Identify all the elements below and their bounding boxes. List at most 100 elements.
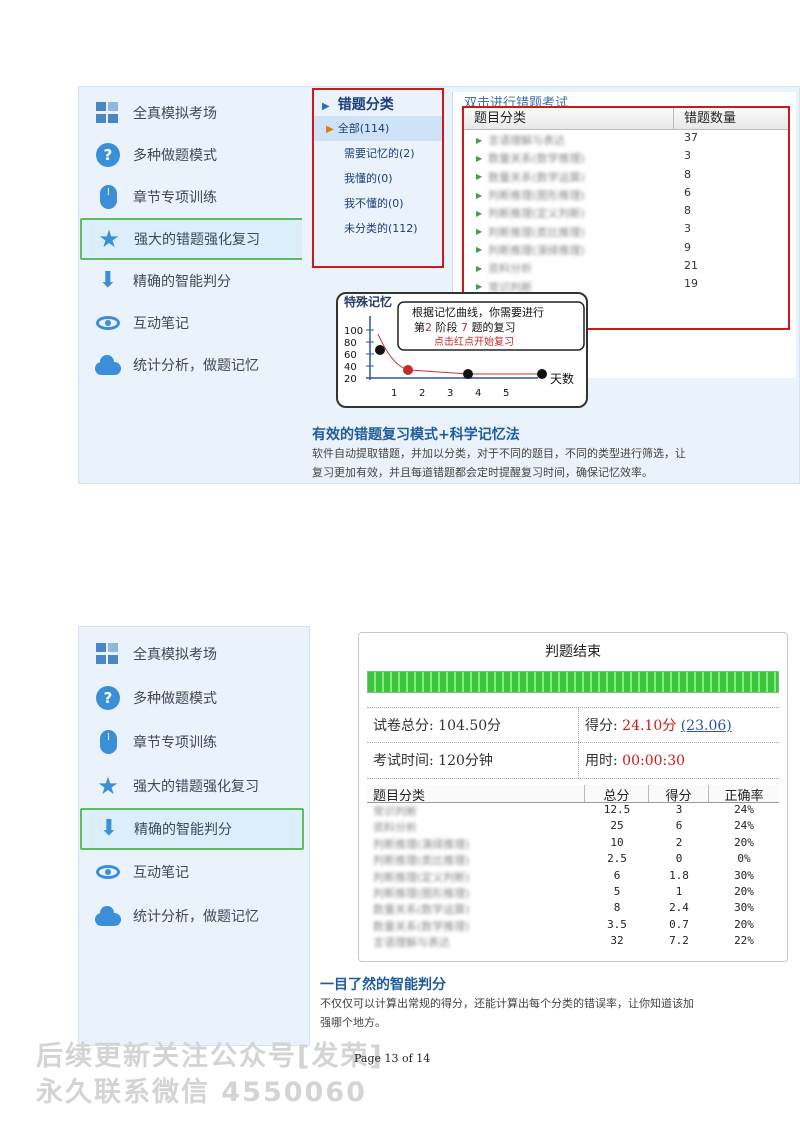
table-row: 常识判断 12.5 3 24%: [367, 803, 779, 819]
row-category: 判断推理(演绎推理): [373, 837, 470, 851]
table-row[interactable]: ▶ 判断推理(定义判断) 8: [464, 204, 788, 222]
expand-triangle-icon: ▶: [476, 172, 483, 182]
score-value: 24.10分: [622, 718, 677, 734]
download-icon: ⬇: [99, 816, 119, 841]
tip-line-2: 第2 阶段 7 题的复习: [414, 320, 516, 334]
category-item-uncategorized[interactable]: 未分类的(112): [314, 216, 442, 241]
exam-time-label: 考试时间:: [373, 753, 434, 769]
score-detail-link[interactable]: (23.06): [681, 718, 732, 734]
sidebar-item-review[interactable]: ★ 强大的错题强化复习: [80, 218, 304, 260]
table-row[interactable]: ▶ 判断推理(图形推理) 6: [464, 186, 788, 204]
sidebar-item-label: 多种做题模式: [133, 691, 217, 707]
y-tick-label: 60: [344, 350, 357, 361]
table-row[interactable]: ▶ 资料分析 21: [464, 259, 788, 277]
caption-line-4: 强哪个地方。: [320, 1016, 386, 1029]
column-header[interactable]: 得分: [649, 785, 709, 804]
column-header[interactable]: 题目分类: [464, 108, 674, 129]
star-icon: ★: [98, 225, 120, 253]
total-score-label: 试卷总分:: [373, 718, 434, 734]
row-score: 6: [675, 819, 683, 833]
row-category: ▶ 数量关系(数学推理): [464, 149, 674, 167]
sidebar-item-stats[interactable]: 统计分析，做题记忆: [80, 894, 304, 938]
row-count: 8: [684, 204, 691, 218]
watermark-line-2: 永久联系微信 4550060: [36, 1077, 367, 1108]
sidebar-item-modes[interactable]: ? 多种做题模式: [80, 676, 304, 720]
row-score: 1.8: [669, 868, 689, 882]
row-category: 判断推理(类比推理): [373, 854, 470, 868]
expand-triangle-icon: ▶: [476, 190, 483, 200]
table-row[interactable]: ▶ 数量关系(数学推理) 3: [464, 149, 788, 167]
row-score: 0.7: [669, 917, 689, 931]
row-total: 3.5: [607, 917, 627, 931]
score-row-1: 试卷总分: 104.50分 得分: 24.10分 (23.06): [367, 707, 779, 743]
sidebar-item-label: 全真模拟考场: [133, 647, 217, 663]
sidebar-1: 全真模拟考场 ? 多种做题模式 章节专项训练 ★ 强大的错题强化复习 ⬇ 精确的…: [80, 92, 304, 386]
grid-icon: [95, 641, 121, 667]
category-name: 言语理解与表达: [488, 134, 566, 148]
sidebar-item-modes[interactable]: ? 多种做题模式: [80, 134, 304, 176]
row-category: 数量关系(数学推理): [373, 919, 470, 933]
column-header[interactable]: 正确率: [709, 785, 779, 804]
row-category: 常识判断: [373, 805, 417, 818]
sidebar-item-mock-exam[interactable]: 全真模拟考场: [80, 632, 304, 676]
column-header[interactable]: 总分: [585, 785, 649, 804]
row-total: 12.5: [603, 803, 631, 816]
table-row[interactable]: ▶ 数量关系(数学运算) 8: [464, 168, 788, 186]
sidebar-item-chapter[interactable]: 章节专项训练: [80, 176, 304, 218]
row-total: 5: [613, 884, 621, 898]
graph-title: 特殊记忆: [344, 294, 392, 309]
sidebar-item-notes[interactable]: 互动笔记: [80, 302, 304, 344]
category-panel: ▶ 错题分类 ▶ 全部(114) 需要记忆的(2) 我懂的(0) 我不懂的(0) 未…: [312, 88, 444, 268]
category-item-not-understood[interactable]: 我不懂的(0): [314, 191, 442, 216]
category-title: ▶ 错题分类: [314, 90, 442, 116]
row-category: ▶ 数量关系(数学运算): [464, 168, 674, 186]
grading-result-window: 判题结束 试卷总分: 104.50分 得分: 24.10分 (23.06) 考试…: [358, 632, 788, 962]
sidebar-item-grading[interactable]: ⬇ 精确的智能判分: [80, 260, 304, 302]
caption-title-1: 有效的错题复习模式+科学记忆法: [312, 427, 520, 443]
row-score: 3: [675, 803, 683, 816]
sidebar-item-label: 多种做题模式: [133, 148, 217, 164]
category-title-text: 错题分类: [337, 97, 394, 113]
row-total: 6: [613, 868, 621, 882]
sidebar-item-label: 统计分析，做题记忆: [133, 358, 259, 374]
sidebar-item-chapter[interactable]: 章节专项训练: [80, 720, 304, 764]
table-row[interactable]: ▶ 言语理解与表达 37: [464, 131, 788, 149]
table-row: 资料分析 25 6 24%: [367, 819, 779, 835]
column-header[interactable]: 错题数量: [674, 108, 774, 129]
x-ticks: 1 2 3 4 5: [391, 388, 509, 399]
used-time-value: 00:00:30: [622, 753, 686, 769]
question-icon: ?: [95, 142, 121, 168]
category-item-understood[interactable]: 我懂的(0): [314, 166, 442, 191]
watermark-line-1: 后续更新关注公众号[发荣]: [36, 1041, 384, 1072]
play-icon: ▶: [326, 124, 334, 135]
category-item-all[interactable]: ▶ 全部(114): [314, 116, 442, 141]
column-header[interactable]: 题目分类: [367, 785, 585, 804]
sidebar-item-mock-exam[interactable]: 全真模拟考场: [80, 92, 304, 134]
total-score-value: 104.50分: [438, 718, 502, 734]
score-summary: 试卷总分: 104.50分 得分: 24.10分 (23.06) 考试时间: 1…: [367, 707, 779, 951]
row-count: 3: [684, 149, 691, 163]
row-rate: 30%: [734, 901, 754, 915]
stage-point-1: [375, 345, 385, 355]
sidebar-item-grading[interactable]: ⬇ 精确的智能判分: [80, 808, 304, 850]
sidebar-item-review[interactable]: ★ 强大的错题强化复习: [80, 764, 304, 808]
table-row[interactable]: ▶ 判断推理(类比推理) 3: [464, 222, 788, 240]
sidebar-item-notes[interactable]: 互动笔记: [80, 850, 304, 894]
category-label: 全部(114): [337, 122, 390, 135]
category-name: 数量关系(数学推理): [488, 152, 585, 166]
row-category: ▶ 判断推理(类比推理): [464, 222, 674, 240]
stage-point-2-red: [403, 365, 413, 375]
caption-line-3: 不仅仅可以计算出常规的得分，还能计算出每个分类的错误率，让你知道该加: [320, 997, 694, 1010]
row-rate: 20%: [734, 835, 754, 849]
table-row[interactable]: ▶ 判断推理(演绎推理) 9: [464, 241, 788, 259]
sidebar-item-label: 章节专项训练: [133, 190, 217, 206]
eye-icon: [95, 859, 121, 885]
sidebar-item-stats[interactable]: 统计分析，做题记忆: [80, 344, 304, 386]
result-table-body: 常识判断 12.5 3 24% 资料分析 25 6 24% 判断推理(演绎推理) 10 2 20% 判断…: [367, 803, 779, 951]
row-category: ▶ 判断推理(定义判断): [464, 204, 674, 222]
sidebar-item-label: 统计分析，做题记忆: [133, 909, 259, 925]
x-tick-label: 1: [391, 388, 397, 399]
total-score: 试卷总分: 104.50分: [367, 708, 579, 742]
category-item-memorize[interactable]: 需要记忆的(2): [314, 141, 442, 166]
exam-time: 考试时间: 120分钟: [367, 743, 579, 778]
